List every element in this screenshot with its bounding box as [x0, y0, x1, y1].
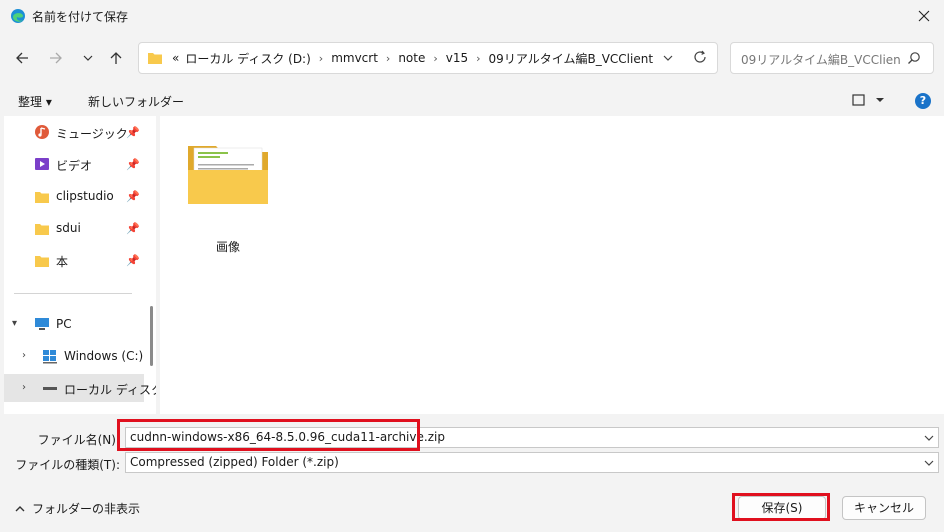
sidebar-item-clipstudio[interactable]: clipstudio 📌	[4, 182, 144, 210]
file-type-label: ファイルの種類(T):	[15, 458, 120, 472]
file-type-select[interactable]: Compressed (zipped) Folder (*.zip)	[125, 452, 939, 473]
chevron-down-icon[interactable]	[663, 51, 673, 65]
sidebar-item-pc[interactable]: ▾ PC	[4, 310, 144, 338]
breadcrumb: « ローカル ディスク (D:) › mmvcrt › note › v15 ›…	[169, 43, 656, 73]
breadcrumb-current-folder[interactable]: 09リアルタイム編B_VCClient	[486, 50, 656, 67]
chevron-right-icon[interactable]: ›	[471, 52, 485, 65]
chevron-right-icon[interactable]: ›	[314, 52, 328, 65]
highlight-box	[732, 493, 830, 521]
hide-folders-toggle[interactable]: フォルダーの非表示	[14, 500, 140, 517]
breadcrumb-overflow[interactable]: «	[169, 51, 182, 65]
breadcrumb-v15[interactable]: v15	[443, 51, 471, 65]
sidebar-item-label: clipstudio	[56, 189, 114, 203]
sidebar-item-video[interactable]: ビデオ 📌	[4, 150, 144, 178]
divider	[14, 293, 132, 294]
arrow-left-icon	[16, 52, 28, 64]
folder-icon	[35, 192, 49, 203]
pin-icon: 📌	[126, 254, 140, 267]
forward-button[interactable]	[42, 44, 70, 72]
navigation-pane: ミュージック 📌 ビデオ 📌 clipstudio 📌 sdui 📌 本 📌 ▾…	[4, 116, 156, 414]
sidebar-item-label: ビデオ	[56, 159, 93, 173]
folder-label: 画像	[215, 240, 240, 254]
recent-locations-button[interactable]	[74, 44, 102, 72]
folder-icon	[35, 256, 49, 267]
chevron-down-icon[interactable]	[924, 457, 934, 469]
edge-icon	[11, 9, 25, 23]
chevron-down-icon[interactable]: ▾	[12, 318, 17, 329]
sidebar-item-label: ローカル ディスク	[64, 383, 156, 397]
new-folder-button[interactable]: 新しいフォルダー	[88, 93, 184, 110]
folder-icon	[148, 53, 162, 64]
breadcrumb-note[interactable]: note	[395, 51, 428, 65]
breadcrumb-drive[interactable]: ローカル ディスク (D:)	[182, 50, 313, 67]
file-name-label: ファイル名(N):	[37, 433, 120, 447]
folder-icon	[35, 224, 49, 235]
chevron-right-icon[interactable]: ›	[381, 52, 395, 65]
file-type-value: Compressed (zipped) Folder (*.zip)	[130, 455, 339, 469]
sidebar-item-label: 本	[56, 255, 69, 269]
organize-menu-button[interactable]: 整理 ▾	[18, 93, 52, 110]
sidebar-item-label: sdui	[56, 221, 81, 235]
help-icon[interactable]: ?	[915, 93, 931, 109]
chevron-down-icon	[83, 55, 93, 61]
sidebar-item-book[interactable]: 本 📌	[4, 246, 144, 274]
chevron-down-icon[interactable]	[924, 432, 934, 444]
highlight-box	[117, 419, 420, 451]
file-list: 画像	[160, 116, 944, 414]
sidebar-item-sdui[interactable]: sdui 📌	[4, 214, 144, 242]
pin-icon: 📌	[126, 190, 140, 203]
view-layout-icon	[852, 94, 884, 106]
chevron-right-icon[interactable]: ›	[22, 350, 26, 361]
back-button[interactable]	[8, 44, 36, 72]
up-button[interactable]	[102, 44, 130, 72]
sidebar-item-label: PC	[56, 317, 72, 331]
sidebar-scrollbar[interactable]	[150, 306, 153, 366]
pin-icon: 📌	[126, 126, 140, 139]
search-placeholder: 09リアルタイム編B_VCClientの...	[741, 53, 901, 67]
search-icon	[908, 52, 920, 64]
sidebar-item-local-disk[interactable]: › ローカル ディスク	[4, 374, 156, 402]
chevron-up-icon	[15, 505, 25, 511]
view-options-button[interactable]	[852, 93, 886, 110]
hide-folders-label: フォルダーの非表示	[32, 502, 141, 516]
breadcrumb-mmvcrt[interactable]: mmvcrt	[328, 51, 381, 65]
windows-drive-icon	[43, 350, 57, 364]
sidebar-item-label: Windows (C:)	[64, 349, 144, 363]
refresh-icon[interactable]	[693, 50, 707, 64]
arrow-right-icon	[50, 52, 62, 64]
sidebar-item-label: ミュージック	[56, 127, 128, 141]
address-bar[interactable]: « ローカル ディスク (D:) › mmvcrt › note › v15 ›…	[138, 42, 718, 74]
pc-icon	[35, 318, 49, 330]
sidebar-item-windows-c[interactable]: › Windows (C:)	[4, 342, 144, 370]
title-bar: 名前を付けて保存	[0, 0, 944, 32]
chevron-right-icon[interactable]: ›	[22, 382, 26, 393]
cancel-button[interactable]: キャンセル	[842, 496, 926, 520]
pin-icon: 📌	[126, 222, 140, 235]
drive-icon	[43, 387, 57, 390]
command-bar: 整理 ▾ 新しいフォルダー ?	[0, 86, 944, 116]
window-title: 名前を付けて保存	[32, 10, 129, 24]
sidebar-item-music[interactable]: ミュージック 📌	[4, 118, 144, 146]
close-button[interactable]	[904, 0, 944, 32]
chevron-right-icon[interactable]: ›	[428, 52, 442, 65]
pin-icon: 📌	[126, 158, 140, 171]
folder-item[interactable]: 画像	[184, 134, 272, 254]
close-icon	[918, 10, 930, 22]
video-icon	[35, 158, 49, 170]
search-box[interactable]: 09リアルタイム編B_VCClientの...	[730, 42, 934, 74]
music-icon	[35, 125, 49, 139]
folder-icon	[188, 146, 268, 204]
arrow-up-icon	[110, 52, 122, 64]
